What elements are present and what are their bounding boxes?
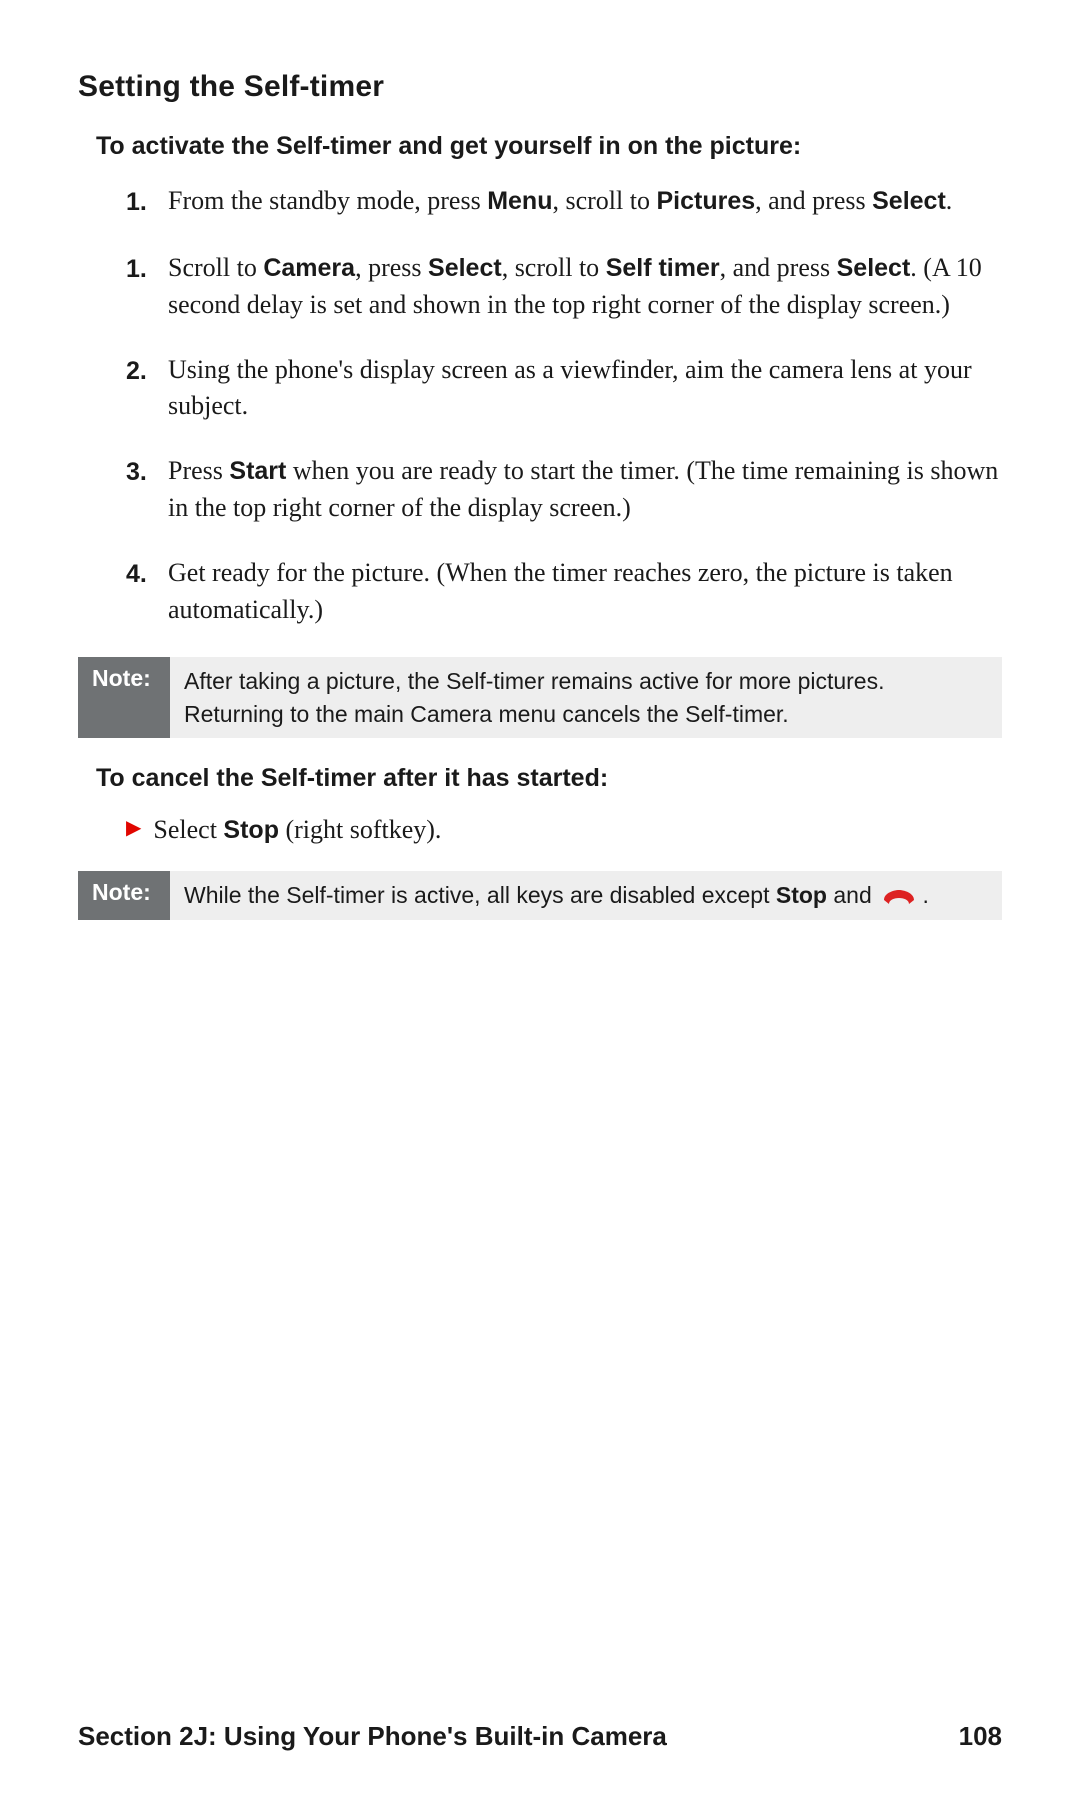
- bold-term: Camera: [263, 254, 355, 282]
- text-run: While the Self-timer is active, all keys…: [184, 882, 776, 908]
- subheading: To cancel the Self-timer after it has st…: [96, 764, 1002, 793]
- step-body: Scroll to Camera, press Select, scroll t…: [168, 250, 1002, 324]
- step-body: Using the phone's display screen as a vi…: [168, 352, 1002, 426]
- bold-term: Start: [229, 457, 286, 485]
- bold-term: Select: [428, 254, 502, 282]
- bold-term: Self timer: [606, 254, 720, 282]
- text-run: , and press: [755, 186, 872, 215]
- step-number: 1.: [126, 250, 154, 324]
- text-run: .: [916, 882, 929, 908]
- text-run: (right softkey).: [279, 815, 441, 844]
- text-run: , press: [355, 253, 428, 282]
- text-run: Press: [168, 456, 229, 485]
- triangle-bullet-icon: ▶: [126, 811, 141, 845]
- bold-term: Select: [837, 254, 911, 282]
- step-body: Press Start when you are ready to start …: [168, 453, 1002, 527]
- text-run: and: [827, 882, 878, 908]
- text-run: when you are ready to start the timer. (…: [168, 456, 998, 522]
- bold-term: Menu: [487, 187, 552, 215]
- step-item: 1. From the standby mode, press Menu, scr…: [126, 183, 1002, 222]
- step-body: Get ready for the picture. (When the tim…: [168, 555, 1002, 629]
- text-run: , and press: [720, 253, 837, 282]
- step-item: 2.Using the phone's display screen as a …: [126, 352, 1002, 426]
- text-run: , scroll to: [502, 253, 606, 282]
- bold-term: Stop: [223, 816, 279, 844]
- step-number: 4.: [126, 555, 154, 629]
- note-box-2: Note: While the Self-timer is active, al…: [78, 871, 1002, 920]
- note-body: After taking a picture, the Self-timer r…: [170, 657, 1002, 738]
- step-item: 3.Press Start when you are ready to star…: [126, 453, 1002, 527]
- bold-term: Stop: [776, 882, 827, 908]
- step-number: 2.: [126, 352, 154, 426]
- bold-term: Select: [872, 187, 946, 215]
- footer-page-number: 108: [959, 1721, 1002, 1752]
- intro-line: To activate the Self-timer and get yours…: [96, 132, 1002, 161]
- end-call-icon: [882, 886, 916, 908]
- note-label: Note:: [78, 657, 170, 738]
- bullet-body: Select Stop (right softkey).: [153, 811, 1002, 849]
- note-box-1: Note: After taking a picture, the Self-t…: [78, 657, 1002, 738]
- text-run: Scroll to: [168, 253, 263, 282]
- bullet-item: ▶ Select Stop (right softkey).: [126, 811, 1002, 849]
- text-run: , scroll to: [552, 186, 656, 215]
- note-label: Note:: [78, 871, 170, 920]
- page-footer: Section 2J: Using Your Phone's Built-in …: [78, 1721, 1002, 1752]
- note-body: While the Self-timer is active, all keys…: [170, 871, 1002, 920]
- footer-section-title: Section 2J: Using Your Phone's Built-in …: [78, 1721, 667, 1752]
- text-run: Using the phone's display screen as a vi…: [168, 355, 972, 421]
- section-heading: Setting the Self-timer: [78, 70, 1002, 104]
- step-item: 4.Get ready for the picture. (When the t…: [126, 555, 1002, 629]
- step-item: 1.Scroll to Camera, press Select, scroll…: [126, 250, 1002, 324]
- text-run: Get ready for the picture. (When the tim…: [168, 558, 953, 624]
- step-body: From the standby mode, press Menu, scrol…: [168, 183, 1002, 222]
- text-run: Select: [153, 815, 223, 844]
- bold-term: Pictures: [656, 187, 755, 215]
- step-list: 1.From the standby mode, press Menu, scr…: [78, 183, 1002, 629]
- step-number: 1.: [126, 183, 154, 222]
- text-run: From the standby mode, press: [168, 186, 487, 215]
- step-number: 3.: [126, 453, 154, 527]
- manual-page: Setting the Self-timer To activate the S…: [0, 0, 1080, 1800]
- text-run: .: [946, 186, 953, 215]
